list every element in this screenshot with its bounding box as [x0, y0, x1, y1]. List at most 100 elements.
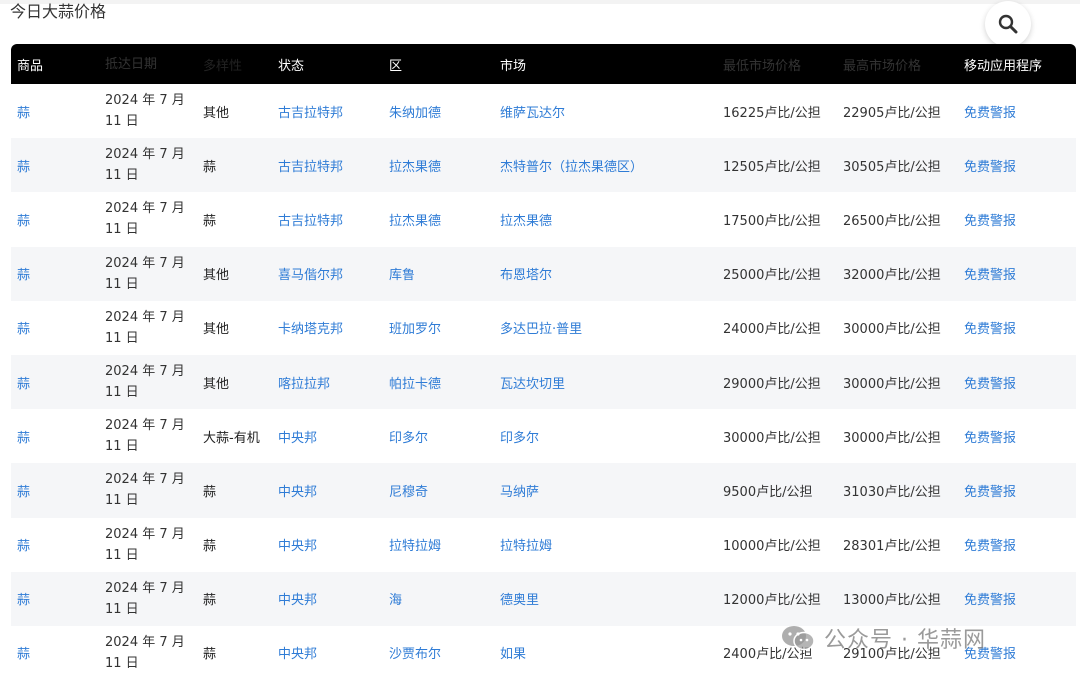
- column-header-min-price[interactable]: 最低市场价格: [717, 55, 837, 74]
- district-link[interactable]: 库鲁: [383, 264, 494, 283]
- commodity-link[interactable]: 蒜: [11, 643, 99, 662]
- commodity-link[interactable]: 蒜: [11, 427, 99, 446]
- min-price: 12000卢比/公担: [723, 593, 821, 609]
- column-header-app[interactable]: 移动应用程序: [958, 55, 1076, 74]
- max-price: 30000卢比/公担: [843, 322, 941, 338]
- variety-text: 蒜: [203, 159, 217, 175]
- arrival-date: 2024 年 7 月 11 日: [99, 415, 197, 457]
- variety-text: 其他: [203, 105, 230, 121]
- commodity-link[interactable]: 蒜: [11, 210, 99, 229]
- table-header: 商品 抵达日期 多样性 状态 区 市场 最低市场价格 最高市场价格 移动应用程序: [11, 44, 1076, 84]
- district-link[interactable]: 朱纳加德: [383, 102, 494, 121]
- market-link[interactable]: 杰特普尔（拉杰果德区）: [494, 156, 717, 175]
- column-header-district[interactable]: 区: [383, 55, 494, 74]
- free-alert-link[interactable]: 免费警报: [958, 373, 1076, 392]
- table-row: 蒜 2024 年 7 月 11 日 其他 喀拉拉邦 帕拉卡德 瓦达坎切里 29000卢比/公担…: [11, 354, 1076, 410]
- district-link[interactable]: 尼穆奇: [383, 481, 494, 500]
- max-price: 30000卢比/公担: [843, 430, 941, 446]
- variety-text: 蒜: [203, 593, 217, 609]
- arrival-date: 2024 年 7 月 11 日: [99, 198, 197, 240]
- state-link[interactable]: 喜马偕尔邦: [272, 264, 383, 283]
- search-button[interactable]: [985, 1, 1031, 47]
- free-alert-link[interactable]: 免费警报: [958, 589, 1076, 608]
- min-price: 16225卢比/公担: [723, 105, 821, 121]
- commodity-link[interactable]: 蒜: [11, 373, 99, 392]
- arrival-date: 2024 年 7 月 11 日: [99, 144, 197, 186]
- column-header-state[interactable]: 状态: [272, 55, 383, 74]
- market-link[interactable]: 布恩塔尔: [494, 264, 717, 283]
- market-link[interactable]: 马纳萨: [494, 481, 717, 500]
- state-link[interactable]: 古吉拉特邦: [272, 156, 383, 175]
- date-line-2: 11 日: [105, 222, 139, 238]
- date-line-2: 11 日: [105, 655, 139, 671]
- date-line-2: 11 日: [105, 330, 139, 346]
- commodity-link[interactable]: 蒜: [11, 102, 99, 121]
- date-line-1: 2024 年 7 月: [105, 580, 185, 596]
- district-link[interactable]: 班加罗尔: [383, 318, 494, 337]
- date-line-1: 2024 年 7 月: [105, 418, 185, 434]
- district-link[interactable]: 拉杰果德: [383, 156, 494, 175]
- column-header-variety[interactable]: 多样性: [197, 55, 272, 74]
- market-link[interactable]: 多达巴拉·普里: [494, 318, 717, 337]
- district-link[interactable]: 帕拉卡德: [383, 373, 494, 392]
- free-alert-link[interactable]: 免费警报: [958, 535, 1076, 554]
- district-link[interactable]: 印多尔: [383, 427, 494, 446]
- table-row: 蒜 2024 年 7 月 11 日大蒜-有机 中央邦 印多尔 印多尔 30000卢比/公担 3…: [11, 409, 1076, 463]
- district-link[interactable]: 海: [383, 589, 494, 608]
- state-link[interactable]: 中央邦: [272, 427, 383, 446]
- commodity-link[interactable]: 蒜: [11, 264, 99, 283]
- table-row: 蒜 2024 年 7 月 11 日蒜古吉拉特邦 拉杰果德 杰特普尔（拉杰果德区） 1250…: [11, 138, 1076, 193]
- market-link[interactable]: 瓦达坎切里: [494, 373, 717, 392]
- min-price: 10000卢比/公担: [723, 539, 821, 555]
- table-row: 蒜 2024 年 7 月 11 日蒜古吉拉特邦 拉杰果德 拉杰果德 17500卢比/公担 2…: [11, 192, 1076, 246]
- district-link[interactable]: 沙贾布尔: [383, 643, 494, 662]
- column-header-commodity[interactable]: 商品: [11, 55, 99, 74]
- commodity-link[interactable]: 蒜: [11, 481, 99, 500]
- district-link[interactable]: 拉特拉姆: [383, 535, 494, 554]
- commodity-link[interactable]: 蒜: [11, 589, 99, 608]
- date-line-1: 2024 年 7 月: [105, 364, 185, 380]
- max-price: 30000卢比/公担: [843, 376, 941, 392]
- variety-text: 大蒜-有机: [203, 430, 260, 446]
- state-link[interactable]: 中央邦: [272, 535, 383, 554]
- free-alert-link[interactable]: 免费警报: [958, 264, 1076, 283]
- free-alert-link[interactable]: 免费警报: [958, 102, 1076, 121]
- state-link[interactable]: 中央邦: [272, 643, 383, 662]
- table-row: 蒜 2024 年 7 月 11 日 其他 喜马偕尔邦 库鲁 布恩塔尔 25000卢比/公担 32…: [11, 246, 1076, 301]
- column-header-market[interactable]: 市场: [494, 55, 717, 74]
- commodity-link[interactable]: 蒜: [11, 156, 99, 175]
- max-price: 13000卢比/公担: [843, 593, 941, 609]
- state-link[interactable]: 古吉拉特邦: [272, 102, 383, 121]
- free-alert-link[interactable]: 免费警报: [958, 156, 1076, 175]
- market-link[interactable]: 印多尔: [494, 427, 717, 446]
- column-header-max-price[interactable]: 最高市场价格: [837, 55, 958, 74]
- variety-text: 其他: [203, 376, 230, 392]
- market-link[interactable]: 维萨瓦达尔: [494, 102, 717, 121]
- market-link[interactable]: 拉杰果德: [494, 210, 717, 229]
- date-line-2: 11 日: [105, 439, 139, 455]
- commodity-link[interactable]: 蒜: [11, 535, 99, 554]
- max-price: 30505卢比/公担: [843, 159, 941, 175]
- date-line-2: 11 日: [105, 493, 139, 509]
- column-header-date[interactable]: 抵达日期: [99, 54, 197, 75]
- district-link[interactable]: 拉杰果德: [383, 210, 494, 229]
- free-alert-link[interactable]: 免费警报: [958, 427, 1076, 446]
- free-alert-link[interactable]: 免费警报: [958, 481, 1076, 500]
- max-price: 26500卢比/公担: [843, 213, 941, 229]
- commodity-link[interactable]: 蒜: [11, 318, 99, 337]
- arrival-date: 2024 年 7 月 11 日: [99, 578, 197, 620]
- market-link[interactable]: 德奥里: [494, 589, 717, 608]
- state-link[interactable]: 喀拉拉邦: [272, 373, 383, 392]
- table-row: 蒜 2024 年 7 月 11 日 其他 卡纳塔克邦 班加罗尔 多达巴拉·普里 24000卢比…: [11, 301, 1076, 355]
- date-line-1: 2024 年 7 月: [105, 201, 185, 217]
- state-link[interactable]: 卡纳塔克邦: [272, 318, 383, 337]
- free-alert-link[interactable]: 免费警报: [958, 210, 1076, 229]
- free-alert-link[interactable]: 免费警报: [958, 318, 1076, 337]
- date-line-2: 11 日: [105, 276, 139, 292]
- market-link[interactable]: 如果: [494, 643, 717, 662]
- variety-text: 其他: [203, 268, 230, 284]
- state-link[interactable]: 古吉拉特邦: [272, 210, 383, 229]
- state-link[interactable]: 中央邦: [272, 481, 383, 500]
- state-link[interactable]: 中央邦: [272, 589, 383, 608]
- market-link[interactable]: 拉特拉姆: [494, 535, 717, 554]
